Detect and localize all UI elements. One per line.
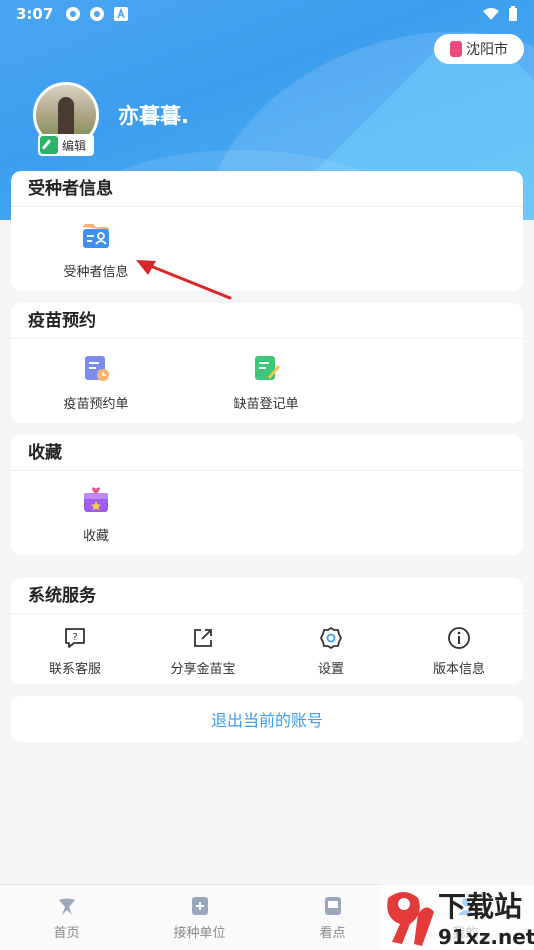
logout-button[interactable]: 退出当前的账号 bbox=[11, 696, 523, 742]
status-time: 3:07 bbox=[16, 5, 54, 23]
section-favorites: 收藏 收藏 bbox=[11, 435, 523, 555]
tab-clinics[interactable]: 接种单位 bbox=[133, 885, 266, 950]
version-info-item[interactable]: 版本信息 bbox=[395, 614, 523, 684]
tab-home[interactable]: 首页 bbox=[0, 885, 133, 950]
pencil-icon bbox=[40, 136, 58, 154]
item-label: 收藏 bbox=[82, 529, 109, 544]
location-tag-icon bbox=[450, 41, 462, 57]
section-system-services: 系统服务 ? 联系客服 分享金苗宝 设置 版本信息 bbox=[11, 578, 523, 684]
edit-profile-button[interactable]: 编辑 bbox=[38, 134, 95, 156]
site-watermark-logo: 下载站 91xz.net bbox=[382, 884, 534, 950]
tab-label: 首页 bbox=[53, 926, 80, 941]
item-label: 疫苗预约单 bbox=[63, 397, 129, 412]
app-notification-icon bbox=[66, 7, 81, 21]
appointment-doc-icon bbox=[85, 356, 109, 381]
item-label: 联系客服 bbox=[48, 662, 101, 677]
battery-icon bbox=[509, 6, 517, 21]
status-bar: 3:07 bbox=[0, 0, 534, 28]
chat-help-icon: ? bbox=[65, 628, 85, 648]
favorites-box-icon bbox=[84, 487, 108, 512]
info-icon bbox=[448, 627, 470, 649]
tab-news[interactable]: 看点 bbox=[266, 885, 399, 950]
wifi-icon bbox=[483, 8, 499, 20]
tab-label: 接种单位 bbox=[173, 926, 226, 941]
settings-item[interactable]: 设置 bbox=[267, 614, 395, 684]
item-label: 设置 bbox=[317, 662, 344, 677]
news-icon bbox=[324, 897, 341, 915]
item-label: 版本信息 bbox=[432, 662, 485, 677]
section-vaccine-appointment: 疫苗预约 疫苗预约单 缺苗登记单 bbox=[11, 303, 523, 423]
person-card-icon bbox=[83, 224, 109, 248]
edit-label: 编辑 bbox=[62, 138, 87, 153]
svg-text:?: ? bbox=[72, 632, 77, 643]
contact-support-item[interactable]: ? 联系客服 bbox=[11, 614, 139, 684]
home-icon bbox=[58, 898, 75, 915]
share-icon bbox=[194, 629, 212, 647]
username: 亦暮暮. bbox=[118, 104, 189, 128]
section-title: 受种者信息 bbox=[11, 171, 523, 207]
favorites-item[interactable]: 收藏 bbox=[11, 471, 181, 555]
city-label: 沈阳市 bbox=[466, 42, 508, 58]
register-doc-icon bbox=[255, 356, 280, 380]
shortage-register-item[interactable]: 缺苗登记单 bbox=[181, 339, 351, 423]
watermark-title: 下载站 bbox=[438, 890, 522, 923]
share-app-item[interactable]: 分享金苗宝 bbox=[139, 614, 267, 684]
item-label: 缺苗登记单 bbox=[233, 397, 299, 412]
section-title: 收藏 bbox=[11, 435, 523, 471]
app-notification-icon bbox=[90, 7, 105, 21]
font-notification-icon bbox=[114, 7, 129, 21]
annotation-arrow bbox=[136, 260, 232, 300]
section-recipient-info: 受种者信息 受种者信息 bbox=[11, 171, 523, 291]
appointment-list-item[interactable]: 疫苗预约单 bbox=[11, 339, 181, 423]
item-label: 受种者信息 bbox=[63, 265, 129, 280]
watermark-url: 91xz.net bbox=[438, 925, 534, 949]
tab-label: 看点 bbox=[319, 926, 346, 941]
item-label: 分享金苗宝 bbox=[170, 662, 236, 677]
clinic-icon bbox=[191, 897, 208, 915]
section-title: 系统服务 bbox=[11, 578, 523, 614]
section-title: 疫苗预约 bbox=[11, 303, 523, 339]
settings-icon bbox=[320, 627, 342, 649]
city-selector-button[interactable]: 沈阳市 bbox=[434, 34, 524, 64]
